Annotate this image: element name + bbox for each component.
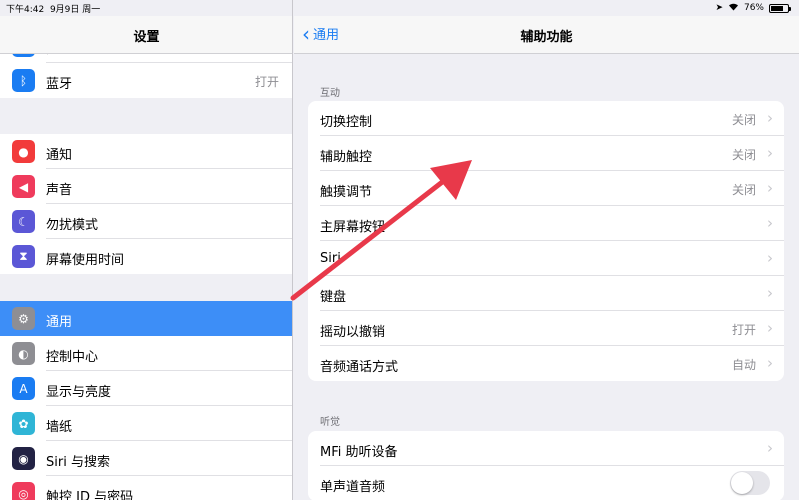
battery-fill [771,5,784,11]
notifications-icon: ● [12,140,35,163]
settings-row[interactable]: Siri › [308,241,784,276]
sidebar-item-label: 屏幕使用时间 [46,253,125,268]
status-time: 下午4:42 [6,5,45,15]
status-bar: 下午4:42 9月9日 周一 ➤ 76% [0,0,799,16]
location-icon: ➤ [715,3,723,13]
sidebar-item[interactable]: ✿ 墙纸 [0,406,292,441]
status-date: 9月9日 周一 [49,5,101,15]
settings-row-label: 切换控制 [320,115,373,130]
settings-row-label: 辅助触控 [320,150,373,165]
gear-icon: ⚙ [12,307,35,330]
sidebar-item-label: 勿扰模式 [46,218,99,233]
settings-sidebar: 设置 ≋无线局域网Danke_f885ᛒ蓝牙打开●通知◀声音☾勿扰模式⧗屏幕使用… [0,0,293,500]
text-size-icon: A [12,377,35,400]
chevron-right-icon: › [767,249,773,267]
settings-row-label: 触摸调节 [320,185,373,200]
sidebar-title: 设置 [133,30,160,45]
detail-header: ‹ 通用 辅助功能 [294,16,799,54]
settings-row-label: Siri [320,251,341,266]
sidebar-item-label: 触控 ID 与密码 [46,490,134,500]
sidebar-item-label: 蓝牙 [46,77,73,92]
sidebar-item-label: 声音 [46,183,73,198]
sidebar-item[interactable]: ☾ 勿扰模式 [0,204,292,239]
sidebar-item-label: 墙纸 [46,420,73,435]
settings-row-label: 键盘 [320,290,347,305]
sound-icon: ◀ [12,175,35,198]
settings-row-value: 关闭 [731,183,756,197]
settings-row[interactable]: 主屏幕按钮 › [308,206,784,241]
settings-row-value: 关闭 [731,148,756,162]
settings-row[interactable]: MFi 助听设备 › [308,431,784,466]
sidebar-item[interactable]: ◉ Siri 与搜索 [0,441,292,476]
toggle-knob [731,472,753,494]
chevron-right-icon: › [767,144,773,162]
moon-icon: ☾ [12,210,35,233]
settings-row[interactable]: 触摸调节 关闭 › [308,171,784,206]
sidebar-item-label: Siri 与搜索 [46,455,110,470]
sidebar-group: ⚙ 通用 ◐ 控制中心 A 显示与亮度 ✿ 墙纸 ◉ Siri 与搜索 ◎ 触控 ID 与密码 [0,301,292,500]
sidebar-item-value: 打开 [254,75,279,89]
section-header: 听觉 [320,417,340,428]
flower-icon: ✿ [12,412,35,435]
detail-pane: ‹ 通用 辅助功能 互动 切换控制 关闭 › 辅助触控 关闭 › 触摸调节 关闭 › 主屏幕按钮 › S… [294,0,799,500]
chevron-right-icon: › [767,179,773,197]
settings-row-label: 单声道音频 [320,480,386,495]
sidebar-item[interactable]: ● 通知 [0,134,292,169]
wifi-status-icon [728,2,739,14]
sidebar-item[interactable]: ◎ 触控 ID 与密码 [0,476,292,500]
chevron-right-icon: › [767,319,773,337]
mono-audio-toggle[interactable] [730,471,770,495]
settings-row-value: 打开 [731,323,756,337]
battery-icon [769,3,791,13]
toggles-icon: ◐ [12,342,35,365]
sidebar-item[interactable]: ᛒ 蓝牙 打开 [0,63,292,98]
settings-row[interactable]: 切换控制 关闭 › [308,101,784,136]
settings-row[interactable]: 键盘 › [308,276,784,311]
settings-row-label: 主屏幕按钮 [320,220,386,235]
sidebar-item[interactable]: ⚙ 通用 [0,301,292,336]
chevron-right-icon: › [767,109,773,127]
page-title: 辅助功能 [520,30,573,45]
chevron-right-icon: › [767,214,773,232]
chevron-right-icon: › [767,354,773,372]
settings-row[interactable]: 辅助触控 关闭 › [308,136,784,171]
sidebar-item-label: 通用 [46,315,73,330]
sidebar-item[interactable]: A 显示与亮度 [0,371,292,406]
chevron-right-icon: › [767,284,773,302]
settings-card: 切换控制 关闭 › 辅助触控 关闭 › 触摸调节 关闭 › 主屏幕按钮 › Siri › 键盘 › 摇动以撤销… [308,101,784,381]
settings-row[interactable]: 摇动以撤销 打开 › [308,311,784,346]
sidebar-item-label: 控制中心 [46,350,99,365]
settings-row-label: MFi 助听设备 [320,445,398,460]
sidebar-item[interactable]: ⧗ 屏幕使用时间 [0,239,292,274]
sidebar-item-label: 通知 [46,148,73,163]
settings-row[interactable]: 单声道音频 [308,466,784,500]
fingerprint-icon: ◎ [12,482,35,500]
sidebar-item[interactable]: ◀ 声音 [0,169,292,204]
section-header: 互动 [320,88,340,99]
chevron-right-icon: › [767,439,773,457]
sidebar-header: 设置 [0,16,292,54]
sidebar-item-label: 显示与亮度 [46,385,112,400]
battery-percent: 76% [743,3,764,13]
sidebar-group: ● 通知 ◀ 声音 ☾ 勿扰模式 ⧗ 屏幕使用时间 [0,134,292,274]
settings-row-label: 音频通话方式 [320,360,399,375]
status-right: ➤ 76% [715,2,791,14]
sidebar-item[interactable]: ◐ 控制中心 [0,336,292,371]
settings-row-label: 摇动以撤销 [320,325,386,340]
status-time-date: 下午4:42 9月9日 周一 [6,2,100,15]
settings-card: MFi 助听设备 › 单声道音频 [308,431,784,500]
hourglass-icon: ⧗ [12,245,35,268]
siri-icon: ◉ [12,447,35,470]
settings-row-value: 关闭 [731,113,756,127]
settings-row-value: 自动 [731,358,756,372]
bluetooth-icon: ᛒ [12,69,35,92]
settings-row[interactable]: 音频通话方式 自动 › [308,346,784,381]
